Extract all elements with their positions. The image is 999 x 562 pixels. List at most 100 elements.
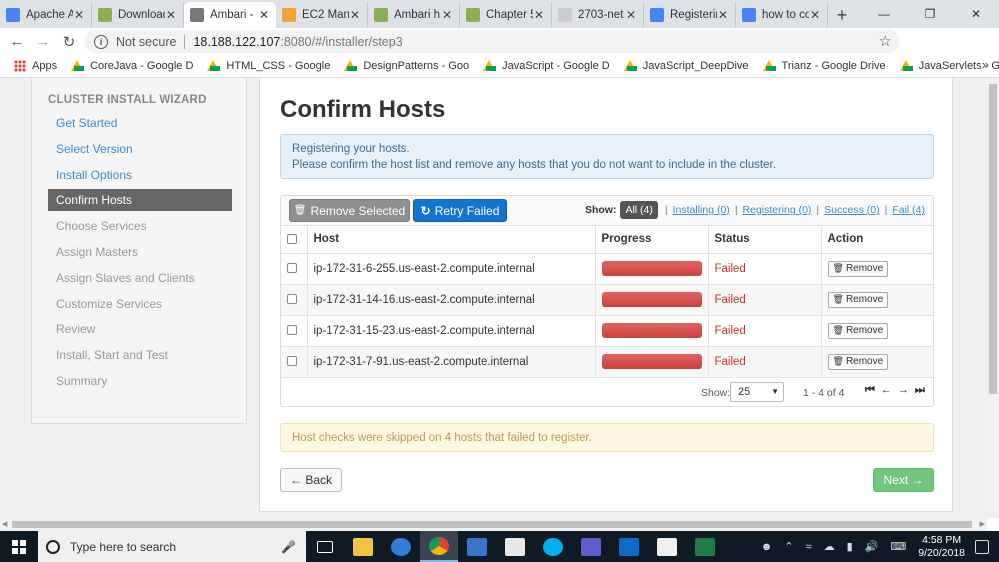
skype-icon[interactable] (534, 531, 572, 562)
first-page-icon[interactable]: ⏮ (865, 384, 875, 397)
host-name[interactable]: ip-172-31-14-16.us-east-2.compute.intern… (307, 284, 596, 316)
select-all-checkbox[interactable] (287, 234, 297, 245)
last-page-icon[interactable]: ⏭ (915, 384, 925, 397)
host-name[interactable]: ip-172-31-15-23.us-east-2.compute.intern… (307, 315, 596, 347)
photos-icon[interactable] (648, 531, 686, 562)
horizontal-scroll-thumb[interactable] (12, 521, 972, 528)
page-size-select[interactable]: 25 ▼ (730, 382, 784, 402)
browser-tab[interactable]: Ambari - ✕ (184, 2, 276, 28)
status-text[interactable]: Failed (708, 284, 822, 316)
filter-installing[interactable]: Installing (0) (673, 204, 730, 216)
bookmark-item[interactable]: DesignPatterns - Goo (344, 60, 469, 72)
wifi-icon[interactable]: ≈ (806, 541, 812, 553)
row-checkbox[interactable] (287, 356, 297, 367)
vertical-scroll-thumb[interactable] (989, 84, 997, 394)
chrome-icon[interactable] (420, 531, 458, 562)
next-page-icon[interactable]: → (898, 384, 909, 397)
status-text[interactable]: Failed (708, 315, 822, 347)
notepad-icon[interactable] (496, 531, 534, 562)
remove-host-button[interactable]: 🗑 Remove (827, 260, 889, 277)
back-button[interactable]: ← Back (280, 468, 342, 492)
row-checkbox[interactable] (287, 263, 297, 274)
bookmark-star-icon[interactable]: ☆ (879, 32, 892, 50)
tab-close-icon[interactable]: ✕ (165, 8, 177, 22)
browser-tab[interactable]: 2703-net ✕ (552, 2, 644, 28)
scroll-right-icon[interactable]: ▶ (980, 520, 985, 528)
status-text[interactable]: Failed (708, 346, 822, 378)
filter-registering[interactable]: Registering (0) (743, 204, 812, 216)
retry-failed-button[interactable]: ↻ Retry Failed (413, 199, 507, 222)
start-button[interactable] (0, 531, 38, 562)
edge-icon[interactable] (382, 531, 420, 562)
tab-close-icon[interactable]: ✕ (441, 8, 453, 22)
tab-close-icon[interactable]: ✕ (258, 8, 270, 22)
bookmark-item[interactable]: Trianz - Google Drive (762, 60, 886, 72)
scroll-left-icon[interactable]: ◀ (2, 520, 7, 528)
tab-close-icon[interactable]: ✕ (73, 8, 85, 22)
reload-icon[interactable]: ↻ (56, 29, 82, 55)
browser-tab[interactable]: how to co ✕ (736, 2, 828, 28)
host-column-header[interactable]: Host (307, 226, 596, 254)
host-name[interactable]: ip-172-31-6-255.us-east-2.compute.intern… (307, 253, 596, 285)
bookmark-apps[interactable]: Apps (14, 60, 57, 72)
remove-selected-button[interactable]: 🗑 Remove Selected (289, 199, 410, 222)
bookmark-item[interactable]: JavaScript - Google D (483, 60, 610, 72)
outlook-icon[interactable] (610, 531, 648, 562)
row-checkbox[interactable] (287, 325, 297, 336)
filter-fail[interactable]: Fail (4) (892, 204, 925, 216)
teams-icon[interactable] (572, 531, 610, 562)
next-button[interactable]: Next → (873, 468, 934, 492)
microphone-icon[interactable]: 🎤 (281, 540, 296, 554)
prev-page-icon[interactable]: ← (881, 384, 892, 397)
host-name[interactable]: ip-172-31-7-91.us-east-2.compute.interna… (307, 346, 596, 378)
filter-success[interactable]: Success (0) (824, 204, 879, 216)
tab-close-icon[interactable]: ✕ (349, 8, 361, 22)
bookmark-item[interactable]: JavaScript_DeepDive (623, 60, 749, 72)
tray-chevron-icon[interactable]: ⌃ (784, 540, 793, 553)
info-icon[interactable]: i (94, 34, 108, 49)
onedrive-icon[interactable]: ☁ (824, 540, 835, 553)
bookmark-item[interactable]: CoreJava - Google D (71, 60, 193, 72)
file-explorer-icon[interactable] (344, 531, 382, 562)
new-tab-button[interactable]: + (828, 2, 856, 28)
browser-tab[interactable]: Registerin ✕ (644, 2, 736, 28)
browser-tab[interactable]: Chapter 5 ✕ (460, 2, 552, 28)
status-column-header[interactable]: Status (708, 226, 822, 254)
keyboard-icon[interactable]: ⌨ (890, 540, 906, 553)
wizard-step-confirm-hosts[interactable]: Confirm Hosts (48, 189, 232, 212)
browser-tab[interactable]: EC2 Mana✕ (276, 2, 368, 28)
tab-close-icon[interactable]: ✕ (717, 8, 729, 22)
tab-close-icon[interactable]: ✕ (809, 8, 821, 22)
vertical-scrollbar[interactable] (987, 78, 999, 518)
volume-icon[interactable]: 🔊 (865, 540, 879, 553)
browser-tab[interactable]: Download ✕ (92, 2, 184, 28)
restore-icon[interactable]: ❐ (907, 0, 953, 28)
remove-host-button[interactable]: 🗑 Remove (827, 353, 889, 370)
filter-all[interactable]: All (4) (620, 201, 658, 219)
wizard-step-select-version[interactable]: Select Version (48, 138, 232, 160)
tab-close-icon[interactable]: ✕ (533, 8, 545, 22)
network-app-icon[interactable] (458, 531, 496, 562)
horizontal-scrollbar[interactable]: ◀ ▶ (0, 518, 987, 531)
tab-close-icon[interactable]: ✕ (625, 8, 637, 22)
back-arrow-icon[interactable]: ← (4, 29, 30, 55)
people-icon[interactable]: ☻ (761, 541, 773, 553)
url-bar[interactable]: i Not secure 18.188.122.107 :8080/#/inst… (84, 30, 900, 53)
excel-icon[interactable] (686, 531, 724, 562)
battery-icon[interactable]: ▮ (847, 540, 853, 553)
bookmarks-overflow-icon[interactable]: » (982, 57, 989, 72)
wizard-step-install-options[interactable]: Install Options (48, 164, 232, 186)
status-text[interactable]: Failed (708, 253, 822, 285)
remove-host-button[interactable]: 🗑 Remove (827, 322, 889, 339)
minimize-icon[interactable]: — (861, 0, 907, 28)
bookmark-item[interactable]: HTML_CSS - Google (207, 60, 330, 72)
row-checkbox[interactable] (287, 294, 297, 305)
forward-arrow-icon[interactable]: → (30, 29, 56, 55)
browser-tab[interactable]: Apache A ✕ (0, 2, 92, 28)
task-view-icon[interactable] (306, 531, 344, 562)
browser-tab[interactable]: Ambari h ✕ (368, 2, 460, 28)
taskbar-search[interactable]: Type here to search 🎤 (38, 531, 306, 562)
taskbar-clock[interactable]: 4:58 PM 9/20/2018 (918, 534, 965, 560)
action-center-icon[interactable] (975, 539, 989, 554)
wizard-step-get-started[interactable]: Get Started (48, 112, 232, 134)
